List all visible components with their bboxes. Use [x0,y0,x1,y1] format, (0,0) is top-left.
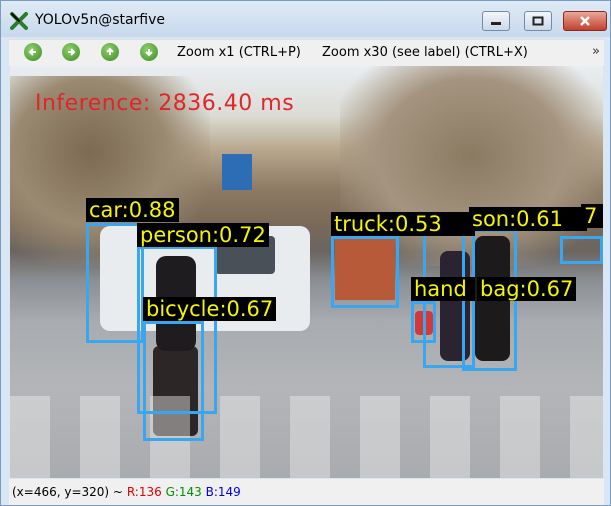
crosswalk [10,396,603,478]
app-window: YOLOv5n@starfive Zoom x1 (CTRL+P) Zoom x… [0,0,611,506]
detection-label-bicycle: bicycle:0.67 [143,297,277,321]
detection-label-edge: 7 [581,204,603,228]
maximize-icon [532,16,544,26]
status-blue-value: B:149 [205,485,241,499]
detection-label-car: car:0.88 [86,198,179,222]
pan-down-button[interactable] [140,43,158,61]
close-button[interactable] [563,11,607,31]
inference-time-label: Inference: 2836.40 ms [35,91,295,116]
pan-right-button[interactable] [62,43,80,61]
pan-up-button[interactable] [101,43,119,61]
maximize-button[interactable] [524,11,552,31]
app-x-icon [10,12,28,30]
arrow-right-icon [68,48,76,56]
status-red-value: R:136 [126,485,162,499]
detection-label-truck: truck:0.53 [331,212,475,236]
detection-label-handbag-b: bag:0.67 [477,277,577,301]
detection-box-edge [560,236,603,264]
zoom-x30-button[interactable]: Zoom x30 (see label) (CTRL+X) [322,45,528,60]
arrow-down-icon [145,49,153,57]
detection-label-handbag-a: hand [411,277,475,301]
status-green-value: G:143 [165,485,202,499]
pan-left-button[interactable] [24,43,42,61]
minimize-button[interactable] [482,11,510,31]
road-sign [222,154,252,190]
detection-label-person-right: son:0.61 [469,207,587,231]
detection-box-truck [331,236,399,308]
title-bar[interactable]: YOLOv5n@starfive [1,1,610,37]
detection-label-person: person:0.72 [137,223,269,247]
toolbar: Zoom x1 (CTRL+P) Zoom x30 (see label) (C… [9,39,604,67]
detection-box-bicycle [143,321,204,441]
arrow-up-icon [106,47,114,55]
detection-box-handbag [411,301,436,343]
detection-box-car [86,223,144,343]
arrow-left-icon [28,48,36,56]
image-canvas[interactable]: Inference: 2836.40 ms car:0.88 person:0.… [10,66,603,478]
close-icon [580,16,590,26]
toolbar-overflow-button[interactable]: » [592,44,600,59]
minimize-icon [491,22,501,25]
window-title: YOLOv5n@starfive [35,12,166,28]
status-coords: (x=466, y=320) ~ [12,485,123,499]
zoom-x1-button[interactable]: Zoom x1 (CTRL+P) [177,45,301,60]
status-bar: (x=466, y=320) ~ R:136 G:143 B:149 [9,479,604,505]
